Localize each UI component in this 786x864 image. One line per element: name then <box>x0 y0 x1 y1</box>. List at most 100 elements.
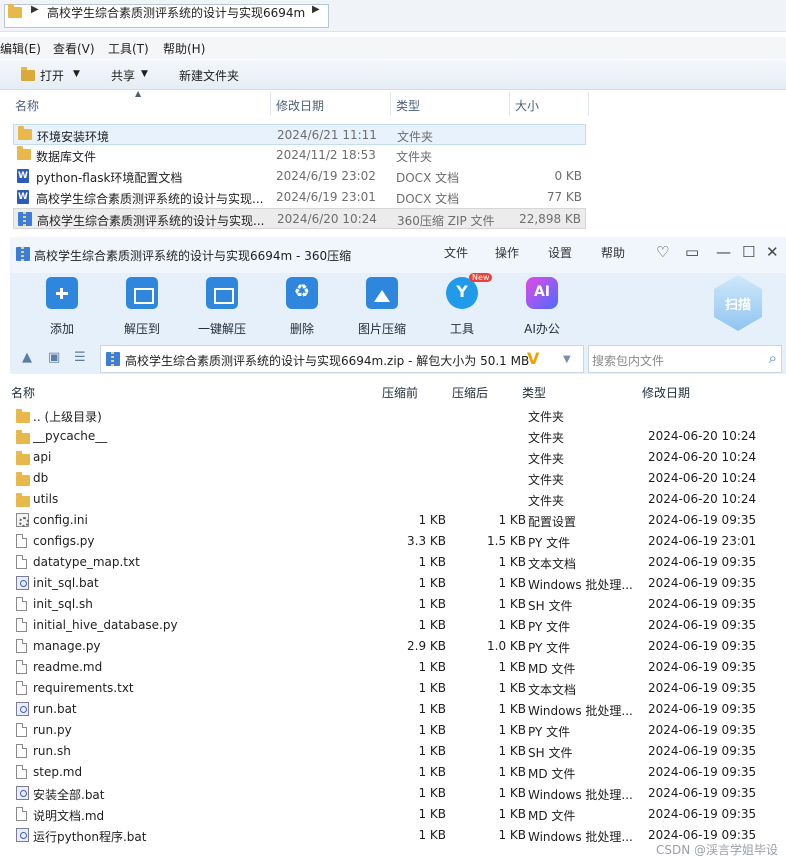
menu-tools[interactable]: 工具(T) <box>108 40 149 57</box>
delete-label: 删除 <box>289 322 314 336</box>
zip-row[interactable]: utils 文件夹 2024-06-20 10:24 <box>10 489 786 510</box>
dropdown-icon[interactable]: ▼ <box>141 69 148 79</box>
file-row[interactable]: W python-flask环境配置文档 2024/6/19 23:02 DOC… <box>13 166 586 187</box>
file-name: 高校学生综合素质测评系统的设计与实现... <box>36 192 264 206</box>
minimize-icon[interactable]: — <box>716 243 731 261</box>
column-after[interactable]: 压缩后 <box>452 384 488 401</box>
address-bar[interactable]: ▶ 高校学生综合素质测评系统的设计与实现6694m ▶ <box>0 0 786 32</box>
file-icon <box>16 723 27 737</box>
file-row[interactable]: 数据库文件 2024/11/2 18:53 文件夹 <box>13 145 586 166</box>
zip-row[interactable]: datatype_map.txt 1 KB 1 KB 文本文档 2024-06-19 0… <box>10 552 786 573</box>
file-name: api <box>33 450 52 464</box>
feedback-icon[interactable]: ▭ <box>685 243 699 261</box>
file-row[interactable]: 高校学生综合素质测评系统的设计与实现... 2024/6/20 10:24 36… <box>13 208 586 229</box>
zip-row[interactable]: initial_hive_database.py 1 KB 1 KB PY 文件 202… <box>10 615 786 636</box>
chevron-right-icon[interactable]: ▶ <box>312 4 320 15</box>
search-icon[interactable]: ⌕ <box>769 349 777 367</box>
delete-button[interactable]: 删除 <box>267 277 337 337</box>
size-after: 1.0 KB <box>487 639 526 653</box>
view-thumbnail-icon[interactable]: ▣ <box>48 350 60 365</box>
menu-help[interactable]: 帮助 <box>601 244 625 261</box>
zip-row[interactable]: manage.py 2.9 KB 1.0 KB PY 文件 2024-06-19 09:… <box>10 636 786 657</box>
tools-button[interactable]: New 工具 <box>427 273 497 337</box>
file-icon <box>16 765 27 779</box>
zip-row[interactable]: init_sql.sh 1 KB 1 KB SH 文件 2024-06-19 09:35 <box>10 594 786 615</box>
search-input[interactable]: 搜索包内文件 ⌕ <box>588 345 782 373</box>
zip-row[interactable]: api 文件夹 2024-06-20 10:24 <box>10 447 786 468</box>
dropdown-icon[interactable]: ▼ <box>563 354 571 365</box>
file-type: 文件夹 <box>397 130 434 144</box>
file-name: utils <box>33 492 59 506</box>
column-size[interactable]: 大小 <box>515 97 539 114</box>
file-type: 文本文档 <box>528 683 577 697</box>
column-type[interactable]: 类型 <box>396 97 420 114</box>
menu-operation[interactable]: 操作 <box>495 244 519 261</box>
chevron-right-icon[interactable]: ▶ <box>31 4 39 15</box>
maximize-icon[interactable]: ☐ <box>742 243 755 261</box>
zip-row[interactable]: 安装全部.bat 1 KB 1 KB Windows 批处理... 2024-06-19… <box>10 783 786 804</box>
menu-bar: 编辑(E) 查看(V) 工具(T) 帮助(H) <box>0 37 786 59</box>
file-type: Windows 批处理... <box>528 704 633 718</box>
size-after: 1 KB <box>498 702 526 716</box>
file-date: 2024-06-19 09:35 <box>648 807 757 821</box>
extract-to-button[interactable]: 解压到 <box>107 277 177 337</box>
column-before[interactable]: 压缩前 <box>382 384 418 401</box>
zip-row[interactable]: __pycache__ 文件夹 2024-06-20 10:24 <box>10 426 786 447</box>
menu-view[interactable]: 查看(V) <box>53 40 95 57</box>
zip-row[interactable]: step.md 1 KB 1 KB MD 文件 2024-06-19 09:35 <box>10 762 786 783</box>
column-type[interactable]: 类型 <box>522 384 546 401</box>
file-row[interactable]: 环境安装环境 2024/6/21 11:11 文件夹 <box>13 124 586 145</box>
size-before: 1 KB <box>418 660 446 674</box>
zip-row[interactable]: run.bat 1 KB 1 KB Windows 批处理... 2024-06-19 … <box>10 699 786 720</box>
add-button[interactable]: 添加 <box>27 277 97 337</box>
file-size: 22,898 KB <box>519 212 581 226</box>
column-date[interactable]: 修改日期 <box>276 97 324 114</box>
menu-help[interactable]: 帮助(H) <box>163 40 205 57</box>
zip-row[interactable]: readme.md 1 KB 1 KB MD 文件 2024-06-19 09:35 <box>10 657 786 678</box>
file-date: 2024-06-19 09:35 <box>648 597 757 611</box>
skin-icon[interactable]: ♡ <box>656 243 669 261</box>
share-button[interactable]: 共享 <box>111 67 135 84</box>
ai-icon <box>526 277 558 309</box>
one-click-extract-label: 一键解压 <box>197 322 246 336</box>
file-name: 数据库文件 <box>36 150 97 164</box>
new-folder-button[interactable]: 新建文件夹 <box>179 67 239 84</box>
file-date: 2024-06-19 09:35 <box>648 639 757 653</box>
size-before: 1 KB <box>418 828 446 842</box>
up-arrow-icon[interactable]: ▲ <box>22 350 32 365</box>
file-row[interactable]: W 高校学生综合素质测评系统的设计与实现... 2024/6/19 23:01 … <box>13 187 586 208</box>
zip-row[interactable]: db 文件夹 2024-06-20 10:24 <box>10 468 786 489</box>
view-list-icon[interactable]: ☰ <box>74 350 86 365</box>
zip-row[interactable]: 说明文档.md 1 KB 1 KB MD 文件 2024-06-19 09:35 <box>10 804 786 825</box>
menu-edit[interactable]: 编辑(E) <box>0 40 41 57</box>
column-name[interactable]: 名称 <box>15 97 39 114</box>
zip-row[interactable]: run.sh 1 KB 1 KB SH 文件 2024-06-19 09:35 <box>10 741 786 762</box>
menu-file[interactable]: 文件 <box>444 244 468 261</box>
file-name: init_sql.sh <box>33 597 93 611</box>
open-button[interactable]: 打开 <box>40 67 64 84</box>
zip-row[interactable]: init_sql.bat 1 KB 1 KB Windows 批处理... 2024-0… <box>10 573 786 594</box>
v-logo-icon[interactable]: V <box>527 349 539 368</box>
file-name: configs.py <box>33 534 95 548</box>
zip-row[interactable]: config.ini 1 KB 1 KB 配置设置 2024-06-19 09:35 <box>10 510 786 531</box>
file-icon <box>16 534 27 548</box>
file-date: 2024-06-19 23:01 <box>648 534 757 548</box>
image-compress-button[interactable]: 图片压缩 <box>347 277 417 337</box>
menu-settings[interactable]: 设置 <box>548 244 572 261</box>
file-name: run.py <box>33 723 72 737</box>
file-type: MD 文件 <box>528 662 576 676</box>
file-date: 2024/6/20 10:24 <box>277 212 377 226</box>
zip-row[interactable]: configs.py 3.3 KB 1.5 KB PY 文件 2024-06-19 23… <box>10 531 786 552</box>
zip-row[interactable]: run.py 1 KB 1 KB PY 文件 2024-06-19 09:35 <box>10 720 786 741</box>
path-box[interactable]: 高校学生综合素质测评系统的设计与实现6694m.zip - 解包大小为 50.1… <box>100 345 584 373</box>
column-date[interactable]: 修改日期 <box>642 384 690 401</box>
one-click-extract-button[interactable]: 一键解压 <box>187 277 257 337</box>
zip-row[interactable]: requirements.txt 1 KB 1 KB 文本文档 2024-06-19 0… <box>10 678 786 699</box>
close-icon[interactable]: ✕ <box>766 243 779 261</box>
zip-row[interactable]: .. (上级目录) 文件夹 <box>10 405 786 426</box>
dropdown-icon[interactable]: ▼ <box>73 69 80 79</box>
folder-icon <box>8 4 22 18</box>
ai-office-button[interactable]: AI办公 <box>507 277 577 337</box>
column-name[interactable]: 名称 <box>11 384 35 401</box>
size-after: 1 KB <box>498 828 526 842</box>
